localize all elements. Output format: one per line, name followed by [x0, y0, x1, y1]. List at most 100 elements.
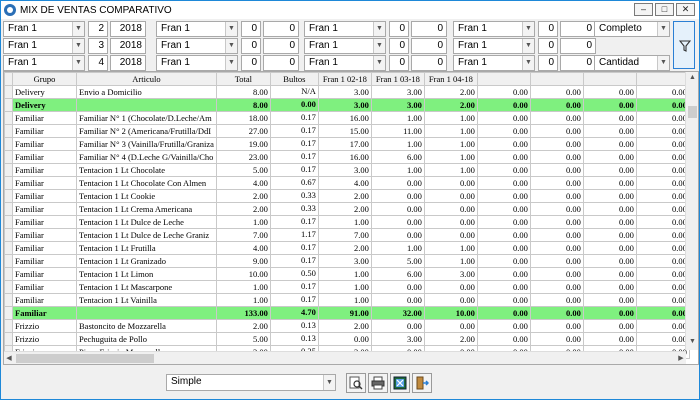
table-row[interactable]: Familiar Tentacion 1 Lt Frutilla 4.00 0.17 2…	[4, 241, 690, 255]
table-cell[interactable]: 0.00	[476, 150, 531, 164]
table-cell[interactable]: 0.00	[635, 124, 690, 138]
table-cell[interactable]: 0.67	[269, 176, 319, 190]
table-cell[interactable]: 0.00	[582, 150, 637, 164]
table-row[interactable]: Delivery Envio a Domicilio 8.00 N/A 3.00 3.00…	[4, 85, 690, 99]
year-field[interactable]: 2018	[110, 38, 146, 54]
table-cell[interactable]: 0.00	[423, 293, 478, 307]
year-field[interactable]: 2018	[110, 21, 146, 37]
store-select[interactable]: Fran 1 ▼	[3, 38, 85, 54]
table-cell[interactable]: 2.00	[317, 241, 372, 255]
table-cell[interactable]: Tentacion 1 Lt Limon	[76, 267, 217, 281]
table-cell[interactable]: Familiar	[12, 241, 77, 255]
table-cell[interactable]: 1.00	[370, 241, 425, 255]
month-field[interactable]: 0	[389, 38, 409, 54]
scroll-down-icon[interactable]: ▼	[688, 338, 697, 348]
store-select[interactable]: Fran 1 ▼	[453, 55, 535, 71]
horizontal-scrollbar[interactable]: ◀ ▶	[4, 351, 686, 364]
column-header[interactable]: Articulo	[76, 72, 217, 86]
row-selector[interactable]	[4, 306, 13, 320]
table-cell[interactable]: Familiar N° 3 (Vainilla/Frutilla/Graniza	[76, 137, 217, 151]
table-cell[interactable]: 0.00	[635, 163, 690, 177]
table-cell[interactable]: 0.00	[423, 228, 478, 242]
table-cell[interactable]: 2.00	[423, 85, 478, 99]
table-cell[interactable]: Familiar N° 2 (Americana/Frutilla/DdI	[76, 124, 217, 138]
table-cell[interactable]: 0.00	[529, 163, 584, 177]
table-row[interactable]: Familiar Tentacion 1 Lt Limon 10.00 0.50 1.0…	[4, 267, 690, 281]
table-cell[interactable]: Tentacion 1 Lt Chocolate	[76, 163, 217, 177]
filter-button[interactable]	[673, 21, 695, 69]
maximize-button[interactable]: □	[655, 3, 674, 16]
column-header[interactable]: Total	[215, 72, 271, 86]
store-select[interactable]: Fran 1 ▼	[304, 21, 386, 37]
table-cell[interactable]: 0.00	[582, 202, 637, 216]
table-cell[interactable]: 0.17	[269, 124, 319, 138]
table-cell[interactable]: 4.00	[215, 176, 271, 190]
table-row[interactable]: Familiar Familiar N° 2 (Americana/Frutill…	[4, 124, 690, 138]
month-field[interactable]: 0	[538, 55, 558, 71]
store-select[interactable]: Fran 1 ▼	[453, 21, 535, 37]
row-selector[interactable]	[4, 280, 13, 294]
table-cell[interactable]: Familiar N° 1 (Chocolate/D.Leche/Am	[76, 111, 217, 125]
table-cell[interactable]: 0.00	[423, 202, 478, 216]
year-field[interactable]: 0	[263, 38, 299, 54]
table-cell[interactable]: 0.33	[269, 189, 319, 203]
table-cell[interactable]: 0.00	[582, 98, 637, 112]
table-cell[interactable]: 1.00	[215, 280, 271, 294]
table-cell[interactable]: 0.00	[582, 85, 637, 99]
table-cell[interactable]: 0.13	[269, 332, 319, 346]
table-cell[interactable]: Tentacion 1 Lt Vainilla	[76, 293, 217, 307]
table-cell[interactable]: 16.00	[317, 150, 372, 164]
table-cell[interactable]: 0.00	[635, 189, 690, 203]
month-field[interactable]: 0	[241, 21, 261, 37]
store-select[interactable]: Fran 1 ▼	[156, 55, 238, 71]
table-cell[interactable]: 10.00	[423, 306, 478, 320]
table-cell[interactable]: 1.00	[423, 163, 478, 177]
table-cell[interactable]: 0.00	[476, 111, 531, 125]
table-cell[interactable]: Familiar	[12, 215, 77, 229]
table-cell[interactable]: 0.00	[476, 280, 531, 294]
year-field[interactable]: 0	[263, 21, 299, 37]
close-button[interactable]: ✕	[676, 3, 695, 16]
table-cell[interactable]: 0.00	[635, 111, 690, 125]
table-cell[interactable]: Familiar	[12, 293, 77, 307]
table-cell[interactable]: 0.00	[529, 176, 584, 190]
table-cell[interactable]: 0.00	[476, 254, 531, 268]
table-row[interactable]: Familiar Familiar N° 3 (Vainilla/Frutilla…	[4, 137, 690, 151]
table-cell[interactable]: 1.00	[423, 137, 478, 151]
table-cell[interactable]: 0.00	[529, 111, 584, 125]
table-row[interactable]: Familiar Tentacion 1 Lt Dulce de Leche Gr…	[4, 228, 690, 242]
table-cell[interactable]: 1.00	[423, 111, 478, 125]
minimize-button[interactable]: –	[634, 3, 653, 16]
table-cell[interactable]: 2.00	[317, 202, 372, 216]
table-cell[interactable]: 0.00	[635, 293, 690, 307]
print-button[interactable]	[368, 373, 388, 393]
table-cell[interactable]: 0.00	[476, 189, 531, 203]
table-cell[interactable]: 1.00	[317, 215, 372, 229]
table-cell[interactable]: 8.00	[215, 98, 271, 112]
table-cell[interactable]: 2.00	[215, 202, 271, 216]
row-selector[interactable]	[4, 124, 13, 138]
export-button[interactable]	[390, 373, 410, 393]
table-cell[interactable]: 0.00	[635, 280, 690, 294]
table-cell[interactable]: 2.00	[215, 189, 271, 203]
table-cell[interactable]: 27.00	[215, 124, 271, 138]
table-cell[interactable]: 0.00	[635, 215, 690, 229]
table-cell[interactable]	[76, 306, 217, 320]
table-cell[interactable]: 0.00	[476, 267, 531, 281]
table-row[interactable]: Frizzio Pechuguita de Pollo 5.00 0.13 0.00 3.…	[4, 332, 690, 346]
month-field[interactable]: 0	[389, 55, 409, 71]
table-cell[interactable]: 0.00	[370, 189, 425, 203]
column-header[interactable]: Grupo	[12, 72, 77, 86]
table-cell[interactable]: 3.00	[317, 98, 372, 112]
year-field[interactable]: 2018	[110, 55, 146, 71]
table-cell[interactable]: 1.00	[423, 241, 478, 255]
table-cell[interactable]: 1.00	[370, 111, 425, 125]
table-cell[interactable]: 0.00	[529, 189, 584, 203]
row-selector[interactable]	[4, 228, 13, 242]
table-cell[interactable]: 1.00	[317, 267, 372, 281]
row-selector[interactable]	[4, 163, 13, 177]
table-cell[interactable]: 18.00	[215, 111, 271, 125]
table-cell[interactable]: Familiar	[12, 254, 77, 268]
scroll-right-icon[interactable]: ▶	[676, 352, 686, 364]
horizontal-scroll-thumb[interactable]	[16, 354, 154, 363]
